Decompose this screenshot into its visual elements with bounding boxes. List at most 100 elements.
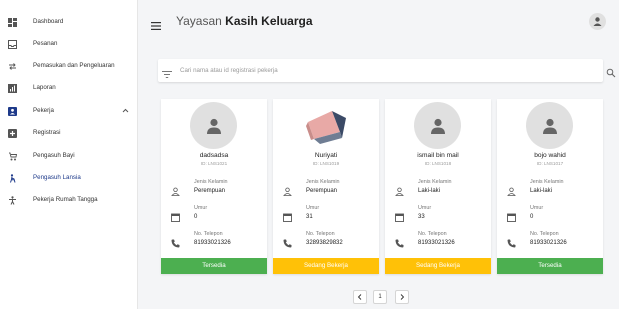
sidebar-item-dashboard[interactable]: Dashboard [0, 13, 138, 31]
sidebar-item-pengasuh-bayi[interactable]: Pengasuh Bayi [0, 147, 138, 165]
age-field: Umur 0 [161, 205, 267, 225]
person-outline-icon [507, 183, 516, 196]
worker-card[interactable]: Nuriyati ID: LNS1019 Jenis Kelamin Perem… [273, 99, 379, 274]
sidebar: Dashboard Pesanan Pemasukan dan Pengelua… [0, 0, 138, 309]
phone-value: 81933021326 [194, 240, 231, 246]
sidebar-item-registrasi[interactable]: Registrasi [0, 124, 138, 142]
age-label: Umur [306, 205, 320, 211]
phone-field: No. Telepon 81933021326 [161, 231, 267, 251]
gender-field: Jenis Kelamin Perempuan [161, 179, 267, 199]
prev-page-button[interactable] [353, 290, 367, 304]
calendar-icon [283, 209, 292, 222]
sidebar-item-label: Pemasukan dan Pengeluaran [33, 62, 115, 69]
worker-card[interactable]: bojo wahid ID: LNS1017 Jenis Kelamin Lak… [497, 99, 603, 274]
worker-name: bojo wahid [534, 152, 566, 159]
gender-label: Jenis Kelamin [530, 179, 564, 185]
person-icon [430, 118, 445, 134]
next-page-button[interactable] [395, 290, 409, 304]
inbox-icon [8, 40, 17, 49]
elderly-icon [8, 174, 17, 183]
account-icon [593, 17, 602, 26]
phone-field: No. Telepon 81933021326 [497, 231, 603, 251]
gender-field: Jenis Kelamin Laki-laki [385, 179, 491, 199]
gender-value: Perempuan [306, 188, 338, 194]
sidebar-item-laporan[interactable]: Laporan [0, 79, 138, 97]
avatar-photo [302, 102, 349, 149]
phone-label: No. Telepon [418, 231, 447, 237]
calendar-icon [507, 209, 516, 222]
age-field: Umur 33 [385, 205, 491, 225]
age-value: 33 [418, 214, 425, 220]
main-content: Yayasan Kasih Keluarga dadsadsa ID: LNS1… [139, 0, 619, 309]
sidebar-item-label: Pengasuh Lansia [33, 174, 81, 181]
gender-field: Jenis Kelamin Laki-laki [497, 179, 603, 199]
phone-icon [283, 235, 292, 248]
phone-value: 32893829832 [306, 240, 343, 246]
worker-name: ismail bin mail [417, 152, 459, 159]
account-button[interactable] [589, 13, 606, 30]
chevron-right-icon [400, 294, 405, 300]
worker-id: ID: LNS1019 [312, 161, 340, 166]
page-number-button[interactable]: 1 [373, 290, 387, 304]
sidebar-item-label: Laporan [33, 84, 56, 91]
sidebar-item-pemasukan[interactable]: Pemasukan dan Pengeluaran [0, 57, 138, 75]
page-title-name: Kasih Keluarga [225, 14, 313, 28]
worker-id: ID: LNS1017 [536, 161, 564, 166]
person-icon [206, 118, 221, 134]
page-title: Yayasan Kasih Keluarga [176, 14, 313, 29]
gender-value: Perempuan [194, 188, 226, 194]
gender-value: Laki-laki [418, 188, 441, 194]
badge-icon [8, 107, 17, 116]
search-input[interactable] [180, 62, 560, 79]
sidebar-item-label: Pekerja [33, 107, 54, 114]
worker-card[interactable]: ismail bin mail ID: LNS1018 Jenis Kelami… [385, 99, 491, 274]
worker-id: ID: LNS1021 [200, 161, 228, 166]
gender-label: Jenis Kelamin [306, 179, 340, 185]
age-value: 0 [194, 214, 198, 220]
phone-icon [171, 235, 180, 248]
gender-label: Jenis Kelamin [418, 179, 452, 185]
search-bar [158, 59, 616, 82]
status-badge: Sedang Bekerja [273, 258, 379, 274]
phone-icon [395, 235, 404, 248]
age-value: 0 [530, 214, 534, 220]
avatar [414, 102, 461, 149]
sidebar-item-label: Pesanan [33, 40, 58, 47]
sidebar-item-pesanan[interactable]: Pesanan [0, 35, 138, 53]
age-field: Umur 0 [497, 205, 603, 225]
worker-name: Nuriyati [314, 152, 338, 159]
phone-value: 81933021326 [418, 240, 455, 246]
sidebar-item-label: Pengasuh Bayi [33, 152, 75, 159]
gender-value: Laki-laki [530, 188, 553, 194]
sidebar-item-label: Registrasi [33, 129, 61, 136]
person-outline-icon [171, 183, 180, 196]
age-field: Umur 31 [273, 205, 379, 225]
search-icon[interactable] [606, 65, 616, 78]
sidebar-item-pengasuh-lansia[interactable]: Pengasuh Lansia [0, 169, 138, 187]
phone-label: No. Telepon [306, 231, 335, 237]
worker-card[interactable]: dadsadsa ID: LNS1021 Jenis Kelamin Perem… [161, 99, 267, 274]
sidebar-item-label: Pekerja Rumah Tangga [33, 196, 98, 203]
status-badge: Sedang Bekerja [385, 258, 491, 274]
person-icon [542, 118, 557, 134]
worker-name: dadsadsa [199, 152, 229, 159]
chevron-up-icon [121, 106, 130, 115]
calendar-icon [171, 209, 180, 222]
sidebar-item-pekerja[interactable]: Pekerja [0, 102, 138, 120]
phone-field: No. Telepon 81933021326 [385, 231, 491, 251]
chart-icon [8, 84, 17, 93]
plus-box-icon [8, 129, 17, 138]
phone-value: 81933021326 [530, 240, 567, 246]
person-outline-icon [283, 183, 292, 196]
phone-label: No. Telepon [194, 231, 223, 237]
stroller-icon [8, 152, 17, 161]
phone-label: No. Telepon [530, 231, 559, 237]
person-outline-icon [395, 183, 404, 196]
menu-icon[interactable] [151, 17, 161, 30]
age-label: Umur [194, 205, 208, 211]
worker-id: ID: LNS1018 [424, 161, 452, 166]
sidebar-item-pekerja-rumah-tangga[interactable]: Pekerja Rumah Tangga [0, 191, 138, 209]
cleaning-icon [8, 196, 17, 205]
sidebar-item-label: Dashboard [33, 18, 64, 25]
filter-icon[interactable] [162, 66, 172, 78]
